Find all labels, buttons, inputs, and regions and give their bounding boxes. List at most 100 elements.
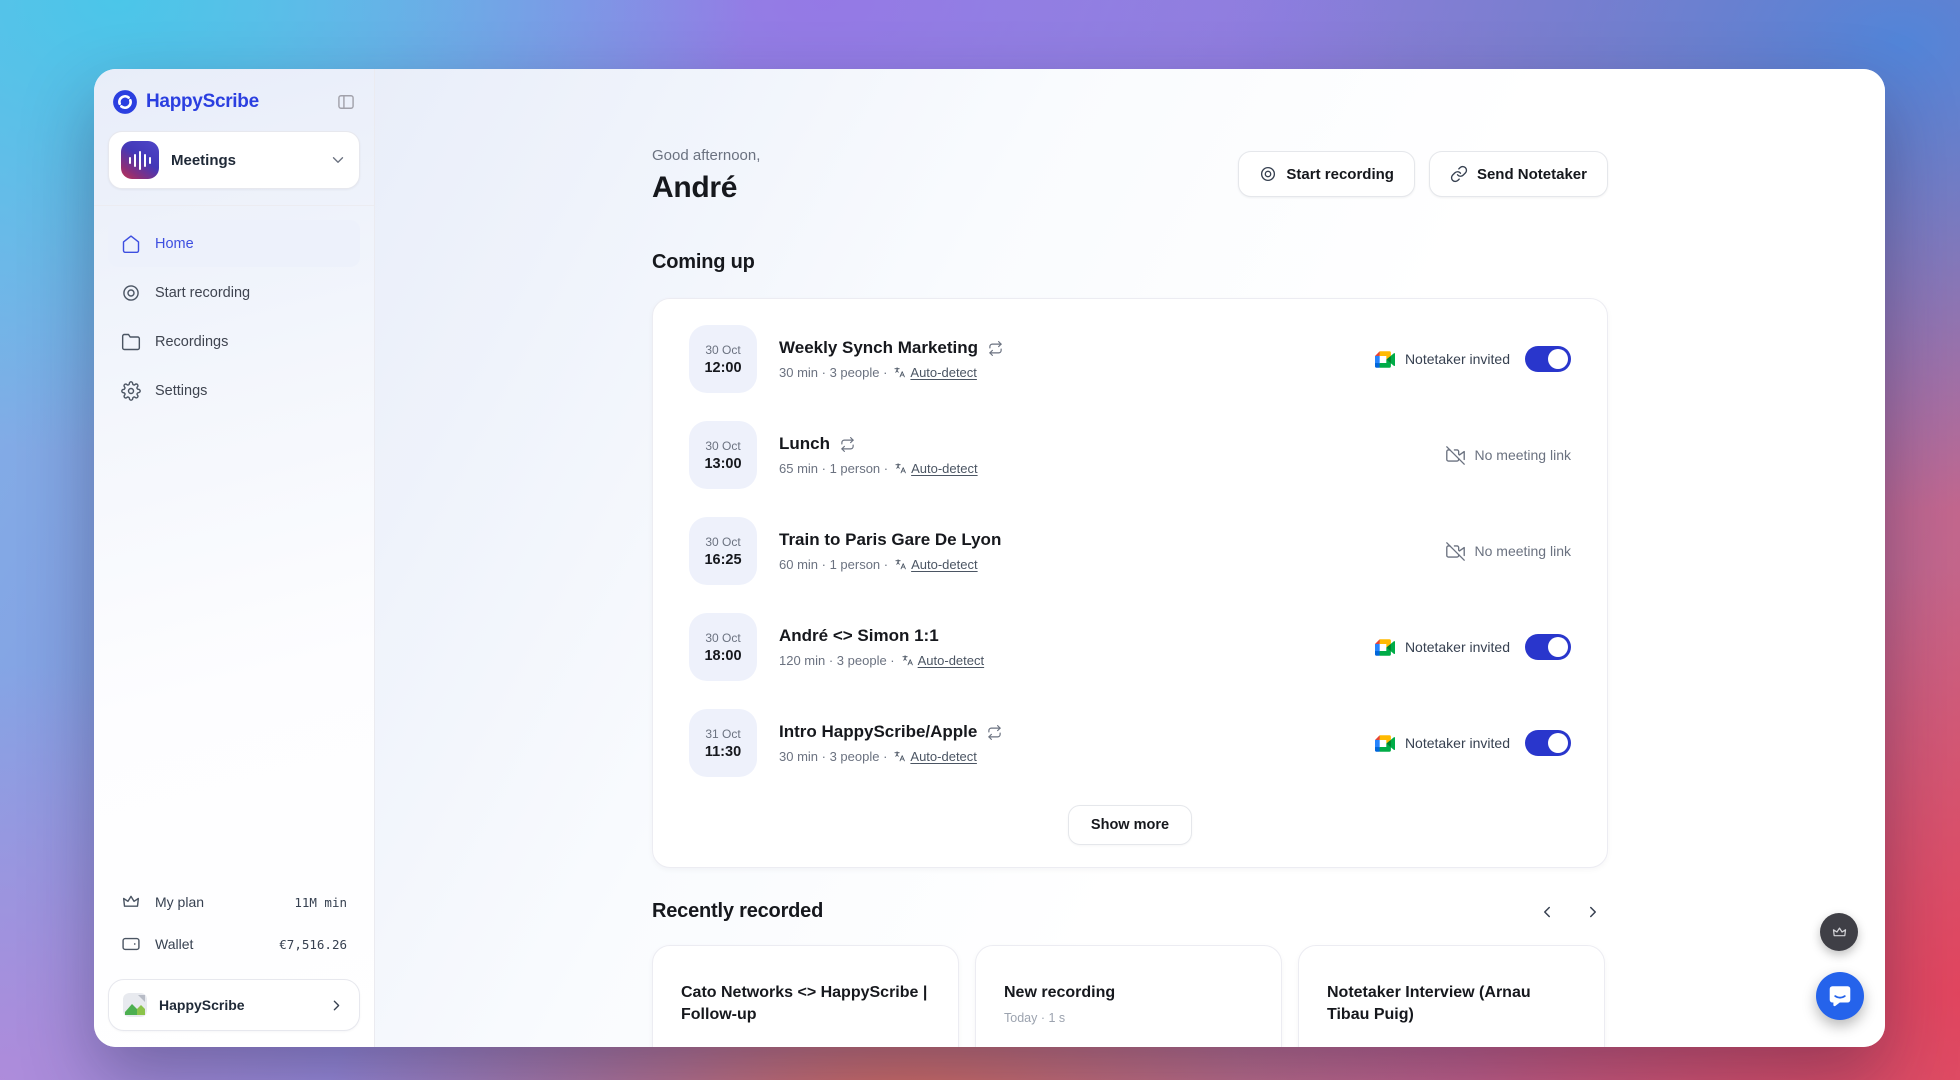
send-notetaker-button[interactable]: Send Notetaker	[1429, 151, 1608, 197]
google-meet-icon	[1375, 351, 1395, 368]
event-row[interactable]: 31 Oct 11:30 Intro HappyScribe/Apple 30 …	[689, 695, 1571, 791]
event-time: 11:30	[705, 744, 741, 760]
sidebar-item-settings[interactable]: Settings	[108, 367, 360, 414]
recurring-icon	[840, 437, 855, 452]
sidebar-nav-label: Home	[155, 236, 194, 252]
event-title: Weekly Synch Marketing	[779, 338, 978, 358]
event-meta-text: 60 min · 1 person ·	[779, 557, 888, 572]
no-meeting-link-status: No meeting link	[1446, 542, 1572, 561]
translate-icon	[894, 558, 907, 571]
show-more-button[interactable]: Show more	[1068, 805, 1192, 845]
auto-detect-label: Auto-detect	[911, 557, 978, 572]
workspace-footer-label: HappyScribe	[159, 997, 316, 1013]
notetaker-status-label: Notetaker invited	[1405, 735, 1510, 751]
event-meta-text: 65 min · 1 person ·	[779, 461, 888, 476]
event-row[interactable]: 30 Oct 16:25 Train to Paris Gare De Lyon…	[689, 503, 1571, 599]
sidebar-nav-label: Start recording	[155, 285, 250, 301]
chevron-right-icon	[1584, 903, 1602, 921]
auto-detect-link[interactable]: Auto-detect	[894, 557, 978, 572]
notetaker-toggle[interactable]	[1525, 730, 1571, 756]
event-time: 16:25	[704, 552, 741, 568]
greeting-text: Good afternoon,	[652, 147, 760, 164]
event-date: 30 Oct	[705, 439, 740, 453]
recent-carousel-nav	[1538, 903, 1608, 921]
auto-detect-link[interactable]: Auto-detect	[894, 461, 978, 476]
sidebar-nav-label: Recordings	[155, 334, 228, 350]
event-meta: 120 min · 3 people · Auto-detect	[779, 653, 1353, 668]
chevron-right-icon	[328, 997, 345, 1014]
chat-bubble-icon	[1827, 983, 1853, 1009]
happyscribe-logo-icon	[112, 89, 138, 115]
my-plan-value: 11M min	[294, 895, 347, 910]
record-icon	[1259, 165, 1277, 183]
notetaker-status: Notetaker invited	[1375, 730, 1571, 756]
sidebar-item-home[interactable]: Home	[108, 220, 360, 267]
main-area: Good afternoon, André Start recording	[375, 69, 1885, 1047]
recent-next-button[interactable]	[1584, 903, 1602, 921]
event-date-badge: 30 Oct 12:00	[689, 325, 757, 393]
event-meta-text: 120 min · 3 people ·	[779, 653, 895, 668]
happyscribe-logo: HappyScribe	[112, 89, 259, 115]
chevron-left-icon	[1538, 903, 1556, 921]
image-avatar-icon	[123, 993, 147, 1017]
translate-icon	[901, 654, 914, 667]
wallet-row[interactable]: Wallet €7,516.26	[108, 923, 360, 965]
wallet-label: Wallet	[155, 936, 193, 952]
video-off-icon	[1446, 542, 1465, 561]
sidebar-item-recordings[interactable]: Recordings	[108, 318, 360, 365]
recurring-icon	[987, 725, 1002, 740]
recording-card[interactable]: New recording Today · 1 s	[975, 945, 1282, 1047]
auto-detect-link[interactable]: Auto-detect	[901, 653, 985, 668]
notetaker-status: Notetaker invited	[1375, 634, 1571, 660]
auto-detect-link[interactable]: Auto-detect	[893, 365, 977, 380]
recent-prev-button[interactable]	[1538, 903, 1556, 921]
event-row[interactable]: 30 Oct 12:00 Weekly Synch Marketing 30 m…	[689, 311, 1571, 407]
sidebar-collapse-button[interactable]	[336, 92, 356, 112]
auto-detect-label: Auto-detect	[910, 365, 977, 380]
video-off-icon	[1446, 446, 1465, 465]
notetaker-toggle[interactable]	[1525, 346, 1571, 372]
event-date: 31 Oct	[705, 727, 740, 741]
chevron-down-icon	[329, 151, 347, 169]
sidebar-top: HappyScribe Meetings	[94, 87, 374, 206]
event-date: 30 Oct	[705, 631, 740, 645]
wallet-icon	[121, 934, 141, 954]
recently-recorded-title: Recently recorded	[652, 900, 823, 923]
auto-detect-link[interactable]: Auto-detect	[893, 749, 977, 764]
event-row[interactable]: 30 Oct 18:00 André <> Simon 1:1 120 min …	[689, 599, 1571, 695]
crown-icon	[121, 892, 141, 912]
workspace-footer[interactable]: HappyScribe	[108, 979, 360, 1031]
auto-detect-label: Auto-detect	[918, 653, 985, 668]
event-meta-text: 30 min · 3 people ·	[779, 365, 887, 380]
workspace-switcher-label: Meetings	[171, 152, 317, 169]
recording-card[interactable]: Cato Networks <> HappyScribe | Follow-up	[652, 945, 959, 1047]
recording-card[interactable]: Notetaker Interview (Arnau Tibau Puig)	[1298, 945, 1605, 1047]
coming-up-title: Coming up	[652, 251, 1608, 274]
notetaker-toggle[interactable]	[1525, 634, 1571, 660]
recording-card-title: Notetaker Interview (Arnau Tibau Puig)	[1327, 982, 1576, 1027]
my-plan-label: My plan	[155, 894, 204, 910]
start-recording-button[interactable]: Start recording	[1238, 151, 1415, 197]
workspace-switcher[interactable]: Meetings	[108, 131, 360, 189]
record-icon	[121, 283, 141, 303]
gear-icon	[121, 381, 141, 401]
sidebar-bottom: My plan 11M min Wallet €7,516.26	[108, 881, 360, 1031]
google-meet-icon	[1375, 639, 1395, 656]
no-meeting-link-label: No meeting link	[1475, 543, 1572, 559]
upgrade-crown-button[interactable]	[1820, 913, 1858, 951]
user-name: André	[652, 171, 760, 205]
event-time: 12:00	[704, 360, 741, 376]
no-meeting-link-label: No meeting link	[1475, 447, 1572, 463]
waveform-icon	[121, 141, 159, 179]
my-plan-row[interactable]: My plan 11M min	[108, 881, 360, 923]
sidebar-item-start-recording[interactable]: Start recording	[108, 269, 360, 316]
event-row[interactable]: 30 Oct 13:00 Lunch 65 min · 1 person ·	[689, 407, 1571, 503]
event-title: André <> Simon 1:1	[779, 626, 939, 646]
event-time: 13:00	[704, 456, 741, 472]
intercom-chat-button[interactable]	[1816, 972, 1864, 1020]
event-meta: 60 min · 1 person · Auto-detect	[779, 557, 1424, 572]
event-date-badge: 30 Oct 16:25	[689, 517, 757, 585]
notetaker-status-label: Notetaker invited	[1405, 639, 1510, 655]
notetaker-status-label: Notetaker invited	[1405, 351, 1510, 367]
no-meeting-link-status: No meeting link	[1446, 446, 1572, 465]
